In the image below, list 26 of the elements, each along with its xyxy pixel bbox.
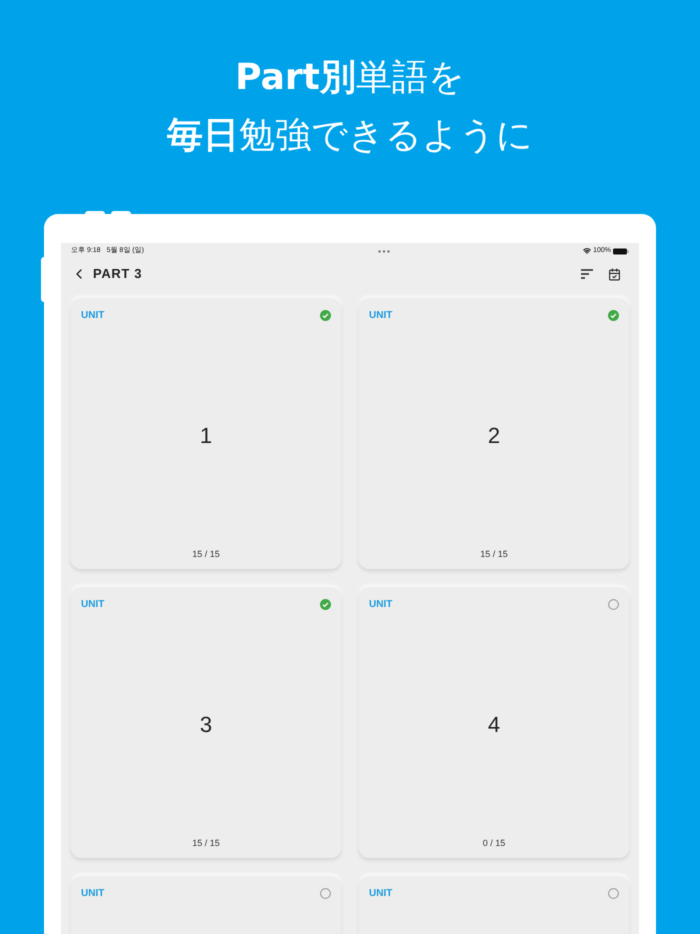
word-count-text: 0 / 15 <box>482 836 506 850</box>
unit-number: 4 <box>488 710 500 739</box>
headline-text: Part別単語を <box>235 56 465 100</box>
unit-label: UNIT <box>81 309 104 323</box>
unit-label: UNIT <box>81 598 104 612</box>
battery-icon <box>612 248 629 254</box>
unit-label: UNIT <box>81 887 104 901</box>
word-count-text: 15 / 15 <box>192 548 220 560</box>
unit-number: 2 <box>488 422 500 450</box>
headline-text: 毎日勉強できるように <box>167 114 533 158</box>
page-title: PART 3 <box>93 265 142 284</box>
word-count-text: 15 / 15 <box>192 836 220 850</box>
unit-label: UNIT <box>369 887 392 901</box>
unit-card[interactable]: UNIT 4 0 / 15 <box>359 587 629 858</box>
sort-icon[interactable] <box>580 268 594 280</box>
unit-card[interactable]: UNIT 3 15 / 15 <box>71 587 341 858</box>
unit-number: 1 <box>200 422 212 450</box>
unit-label: UNIT <box>369 598 392 612</box>
unit-card[interactable]: UNIT 1 15 / 15 <box>71 298 341 569</box>
unit-card[interactable]: UNIT 2 15 / 15 <box>359 298 629 569</box>
word-count-text: 15 / 15 <box>480 548 508 560</box>
calendar-check-icon[interactable] <box>608 268 621 280</box>
unit-label: UNIT <box>369 309 392 323</box>
unit-number: 3 <box>200 710 212 739</box>
more-dots-icon <box>378 250 390 252</box>
wifi-icon <box>583 247 592 255</box>
